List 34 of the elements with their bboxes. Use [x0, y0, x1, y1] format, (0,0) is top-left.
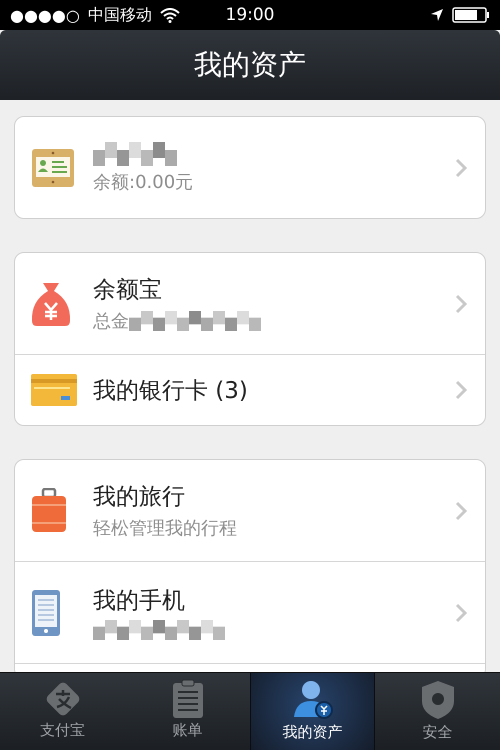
carrier-name: 中国移动: [88, 4, 152, 26]
menu-row[interactable]: 余额宝 总金: [15, 253, 485, 354]
phone-icon: [31, 588, 61, 636]
row-title: 我的手机: [93, 587, 186, 616]
wifi-icon: [160, 8, 180, 22]
chevron-right-icon: [455, 380, 467, 400]
row-subtitle: 总金: [93, 310, 129, 333]
chevron-right-icon: [455, 294, 467, 314]
id-card-icon: [31, 148, 75, 188]
menu-row[interactable]: 我的旅行 轻松管理我的行程: [15, 460, 485, 561]
tab-bar-item[interactable]: 安全: [375, 673, 500, 750]
tab-bar-item[interactable]: 我的资产: [250, 673, 375, 750]
menu-row[interactable]: 我的手机: [15, 561, 485, 663]
bank-card-icon: [31, 374, 77, 406]
clipboard-icon: [170, 679, 204, 719]
user-coin-icon: [292, 679, 334, 721]
row-title: 我的旅行: [93, 483, 186, 512]
menu-row[interactable]: 我的银行卡 (3): [15, 354, 485, 425]
chevron-right-icon: [455, 158, 467, 178]
row-title: 余额宝: [93, 276, 163, 305]
row-subtitle: 余额:0.00元: [93, 170, 194, 194]
row-title: 我的银行卡 (3): [93, 376, 249, 406]
money-bag-icon: [31, 280, 71, 326]
battery-icon: [452, 7, 490, 23]
row-subtitle: 轻松管理我的行程: [93, 517, 237, 540]
signal-strength: ●●●●○: [10, 6, 80, 24]
tab-bar-item[interactable]: 账单: [125, 673, 250, 750]
page-title: 我的资产: [194, 47, 306, 83]
chevron-right-icon: [455, 602, 467, 622]
suitcase-icon: [31, 488, 67, 534]
clock-time: 19:00: [226, 5, 274, 25]
chevron-right-icon: [455, 500, 467, 520]
tab-bar-item[interactable]: 支付宝: [0, 673, 125, 750]
location-arrow-icon: [430, 8, 444, 22]
